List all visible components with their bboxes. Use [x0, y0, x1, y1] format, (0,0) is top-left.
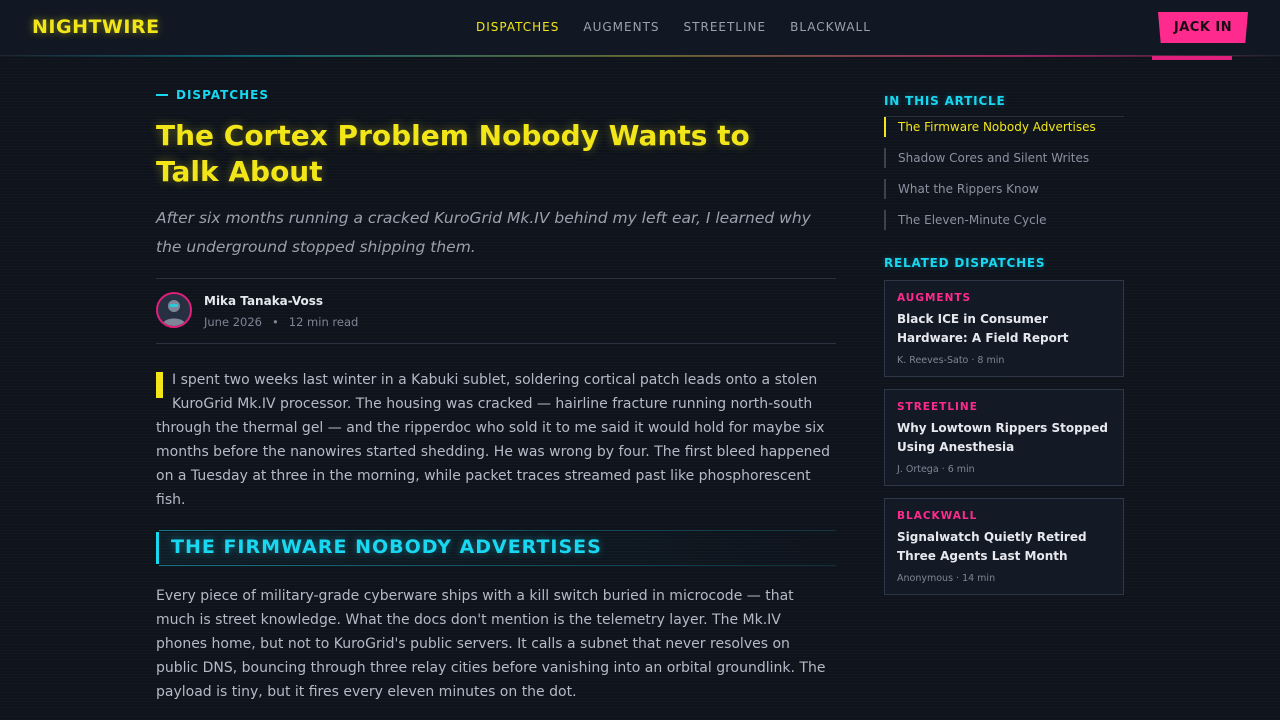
- user-icon: [162, 300, 186, 326]
- related-card[interactable]: AUGMENTS Black ICE in Consumer Hardware:…: [884, 280, 1124, 377]
- kicker-dash: [156, 94, 168, 96]
- related-card[interactable]: BLACKWALL Signalwatch Quietly Retired Th…: [884, 498, 1124, 595]
- jack-in-button[interactable]: JACK IN: [1158, 12, 1248, 43]
- site-logo[interactable]: NIGHTWIRE: [32, 16, 160, 38]
- author-name[interactable]: Mika Tanaka-Voss: [204, 294, 323, 308]
- toc-item-eleven-minute[interactable]: The Eleven-Minute Cycle: [884, 210, 1124, 230]
- byline: Mika Tanaka-Voss June 2026 • 12 min read: [156, 278, 836, 344]
- nav-item-streetline[interactable]: STREETLINE: [684, 20, 767, 34]
- lead-text: I spent two weeks last winter in a Kabuk…: [156, 372, 831, 508]
- article-kicker[interactable]: DISPATCHES: [156, 88, 836, 102]
- lead-paragraph: I spent two weeks last winter in a Kabuk…: [156, 368, 836, 512]
- related-headline: Why Lowtown Rippers Stopped Using Anesth…: [897, 421, 1108, 454]
- related-category: STREETLINE: [897, 401, 978, 413]
- article: DISPATCHES The Cortex Problem Nobody Wan…: [156, 88, 836, 704]
- avatar[interactable]: [156, 292, 192, 328]
- article-deck: After six months running a cracked KuroG…: [156, 209, 811, 256]
- publish-date: June 2026: [204, 315, 262, 329]
- article-meta: June 2026 • 12 min read: [204, 315, 358, 329]
- sidebar: IN THIS ARTICLE The Firmware Nobody Adve…: [884, 94, 1124, 595]
- toc-title: IN THIS ARTICLE: [884, 94, 1006, 108]
- related-byline: Anonymous · 14 min: [897, 573, 996, 584]
- related-card[interactable]: STREETLINE Why Lowtown Rippers Stopped U…: [884, 389, 1124, 486]
- related-title: RELATED DISPATCHES: [884, 256, 1046, 270]
- related-byline: J. Ortega · 6 min: [897, 464, 975, 475]
- read-time: 12 min read: [288, 315, 359, 329]
- main-nav: DISPATCHES AUGMENTS STREETLINE BLACKWALL: [476, 20, 871, 34]
- site-header: NIGHTWIRE DISPATCHES AUGMENTS STREETLINE…: [0, 0, 1280, 56]
- nav-item-augments[interactable]: AUGMENTS: [583, 20, 659, 34]
- body-paragraph: Every piece of military-grade cyberware …: [156, 588, 826, 700]
- section-heading-text: THE FIRMWARE NOBODY ADVERTISES: [171, 536, 602, 558]
- toc-item-shadow-cores[interactable]: Shadow Cores and Silent Writes: [884, 148, 1124, 168]
- toc-item-firmware[interactable]: The Firmware Nobody Advertises: [884, 117, 1124, 137]
- related-headline: Signalwatch Quietly Retired Three Agents…: [897, 530, 1087, 563]
- header-accent-bar: [1152, 56, 1232, 60]
- related-category: BLACKWALL: [897, 510, 978, 522]
- drop-cap-marker: [156, 372, 163, 398]
- section-heading: THE FIRMWARE NOBODY ADVERTISES: [156, 530, 836, 566]
- header-divider: [0, 55, 1280, 57]
- article-title: The Cortex Problem Nobody Wants to Talk …: [156, 119, 750, 188]
- related-category: AUGMENTS: [897, 292, 972, 304]
- toc-item-rippers[interactable]: What the Rippers Know: [884, 179, 1124, 199]
- table-of-contents: The Firmware Nobody Advertises Shadow Co…: [884, 116, 1124, 230]
- meta-separator: •: [271, 315, 279, 329]
- nav-item-blackwall[interactable]: BLACKWALL: [790, 20, 871, 34]
- related-byline: K. Reeves-Sato · 8 min: [897, 355, 1005, 366]
- related-headline: Black ICE in Consumer Hardware: A Field …: [897, 312, 1069, 345]
- nav-item-dispatches[interactable]: DISPATCHES: [476, 20, 559, 34]
- kicker-label: DISPATCHES: [176, 88, 269, 102]
